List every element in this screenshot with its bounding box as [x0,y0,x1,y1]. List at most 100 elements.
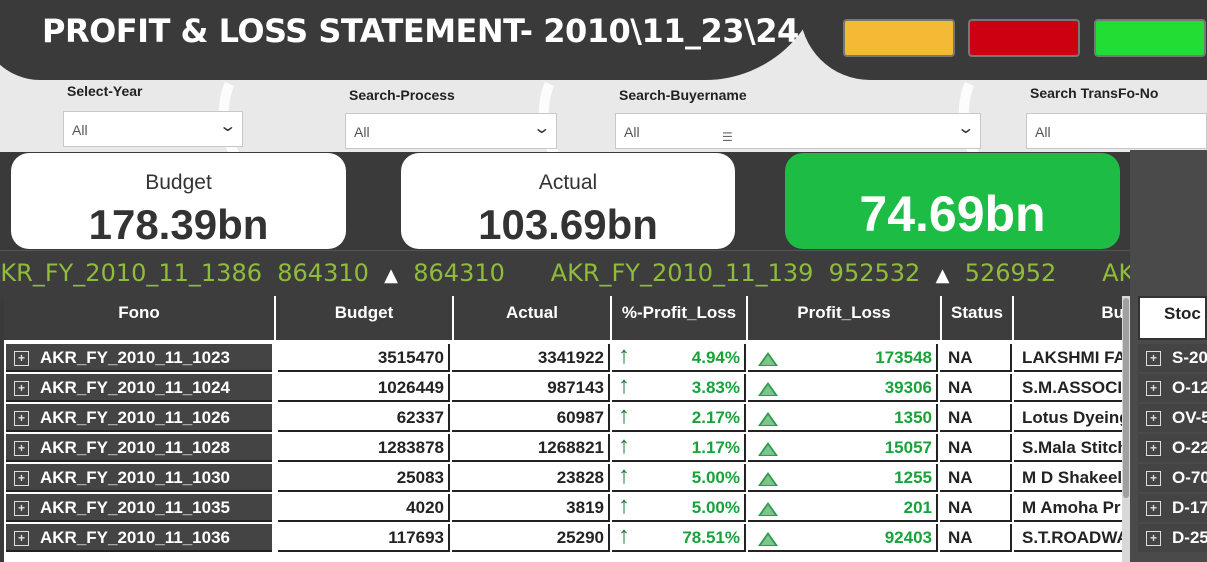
up-triangle-icon [758,352,778,366]
actual-card-value: 103.69bn [478,201,658,248]
col-header-actual[interactable]: Actual [454,296,612,340]
scrollbar-thumb[interactable] [1123,298,1129,498]
stock-row[interactable]: + S-20 [1138,344,1207,372]
expand-plus-icon[interactable]: + [1146,531,1161,546]
col-header-status[interactable]: Status [942,296,1014,340]
status-cell: NA [940,374,1012,402]
pct-cell: ↑ 1.17% [612,434,746,462]
arrow-up-icon: ↑ [618,524,630,549]
buyer-cell: Lotus Dyeing [1014,404,1126,432]
ticker-fono: AKR_FY_ [1102,259,1130,287]
chevron-down-icon: ⌄ [531,120,551,137]
table-row[interactable]: + AKR_FY_2010_11_1028 1283878 1268821 ↑ 1.17%… [4,434,1126,464]
budget-cell: 3515470 [278,344,450,372]
fono-cell[interactable]: + AKR_FY_2010_11_1035 [6,494,272,522]
up-triangle-icon: ▲ [935,265,950,286]
col-header-profit-loss[interactable]: Profit_Loss [748,296,942,340]
expand-plus-icon[interactable]: + [1146,411,1161,426]
expand-plus-icon[interactable]: + [14,531,29,546]
up-triangle-icon [758,532,778,546]
col-header-pct[interactable]: %-Profit_Loss [612,296,748,340]
green-indicator-button[interactable] [1094,19,1206,57]
buyer-cell: S.T.ROADWA [1014,524,1126,552]
transfo-filter-label: Search TransFo-No [1030,85,1159,101]
col-header-buyer[interactable]: Bu [1014,296,1126,340]
expand-plus-icon[interactable]: + [14,411,29,426]
col-header-fono[interactable]: Fono [4,296,276,340]
status-cell: NA [940,524,1012,552]
expand-plus-icon[interactable]: + [14,381,29,396]
table-row[interactable]: + AKR_FY_2010_11_1024 1026449 987143 ↑ 3.83% 3… [4,374,1126,404]
transfo-select[interactable]: All [1026,113,1207,149]
actual-card: Actual 103.69bn [401,153,735,249]
buyer-cell: S.Mala Stitch [1014,434,1126,462]
yellow-indicator-button[interactable] [843,19,955,57]
pct-cell: ↑ 2.17% [612,404,746,432]
stock-row[interactable]: + O-22 [1138,434,1207,462]
fono-cell[interactable]: + AKR_FY_2010_11_1023 [6,344,272,372]
fono-cell[interactable]: + AKR_FY_2010_11_1026 [6,404,272,432]
table-row[interactable]: + AKR_FY_2010_11_1023 3515470 3341922 ↑ 4.94%… [4,344,1126,374]
col-header-stock[interactable]: Stoc [1138,296,1207,340]
fono-cell[interactable]: + AKR_FY_2010_11_1036 [6,524,272,552]
profit-card: 74.69bn [785,153,1120,249]
up-triangle-icon [758,502,778,516]
fono-cell[interactable]: + AKR_FY_2010_11_1024 [6,374,272,402]
fono-cell[interactable]: + AKR_FY_2010_11_1030 [6,464,272,492]
status-cell: NA [940,404,1012,432]
expand-plus-icon[interactable]: + [14,471,29,486]
expand-plus-icon[interactable]: + [1146,441,1161,456]
process-filter-label: Search-Process [349,87,455,103]
status-cell: NA [940,464,1012,492]
pct-cell: ↑ 4.94% [612,344,746,372]
arrow-up-icon: ↑ [618,344,630,369]
actual-cell: 3819 [452,494,610,522]
up-triangle-icon [758,382,778,396]
expand-plus-icon[interactable]: + [1146,501,1161,516]
profit-card-value: 74.69bn [859,186,1046,242]
col-header-budget[interactable]: Budget [276,296,454,340]
expand-plus-icon[interactable]: + [14,351,29,366]
buyername-select[interactable]: All ⌄ [615,113,981,149]
buyer-cell: S.M.ASSOCIA [1014,374,1126,402]
filter-icon[interactable]: ☰ [722,130,733,144]
table-row[interactable]: + AKR_FY_2010_11_1030 25083 23828 ↑ 5.00% 1255… [4,464,1126,494]
ticker-value: 864310 [413,259,505,287]
up-triangle-icon [758,442,778,456]
budget-cell: 117693 [278,524,450,552]
expand-plus-icon[interactable]: + [1146,471,1161,486]
ticker-text: AKR_FY_2010_11_1386 864310 ▲ 864310 AKR_… [0,259,1130,287]
table-scrollbar[interactable] [1122,296,1130,562]
stock-row[interactable]: + D-25 [1138,524,1207,552]
table-row[interactable]: + AKR_FY_2010_11_1035 4020 3819 ↑ 5.00% 201 NA M… [4,494,1126,524]
table-row[interactable]: + AKR_FY_2010_11_1026 62337 60987 ↑ 2.17% 1350… [4,404,1126,434]
actual-cell: 25290 [452,524,610,552]
year-filter-label: Select-Year [67,83,143,99]
expand-plus-icon[interactable]: + [14,441,29,456]
actual-card-label: Actual [538,171,598,194]
expand-plus-icon[interactable]: + [14,501,29,516]
budget-cell: 1026449 [278,374,450,402]
actual-cell: 987143 [452,374,610,402]
status-cell: NA [940,494,1012,522]
profit-loss-cell: 1255 [748,464,938,492]
arrow-up-icon: ↑ [618,494,630,519]
profit-loss-cell: 15057 [748,434,938,462]
stock-row[interactable]: + O-12 [1138,374,1207,402]
actual-cell: 23828 [452,464,610,492]
process-select[interactable]: All ⌄ [345,113,557,149]
expand-plus-icon[interactable]: + [1146,351,1161,366]
table-row[interactable]: + AKR_FY_2010_11_1036 117693 25290 ↑ 78.51% 92… [4,524,1126,554]
red-indicator-button[interactable] [968,19,1080,57]
expand-plus-icon[interactable]: + [1146,381,1161,396]
budget-cell: 1283878 [278,434,450,462]
ticker-value: 526952 [964,259,1057,287]
stock-row[interactable]: + OV-5 [1138,404,1207,432]
stock-row[interactable]: + D-17 [1138,494,1207,522]
arrow-up-icon: ↑ [618,434,630,459]
stock-row[interactable]: + O-70 [1138,464,1207,492]
status-cell: NA [940,344,1012,372]
up-triangle-icon [758,412,778,426]
fono-cell[interactable]: + AKR_FY_2010_11_1028 [6,434,272,462]
year-select[interactable]: All ⌄ [63,111,243,147]
